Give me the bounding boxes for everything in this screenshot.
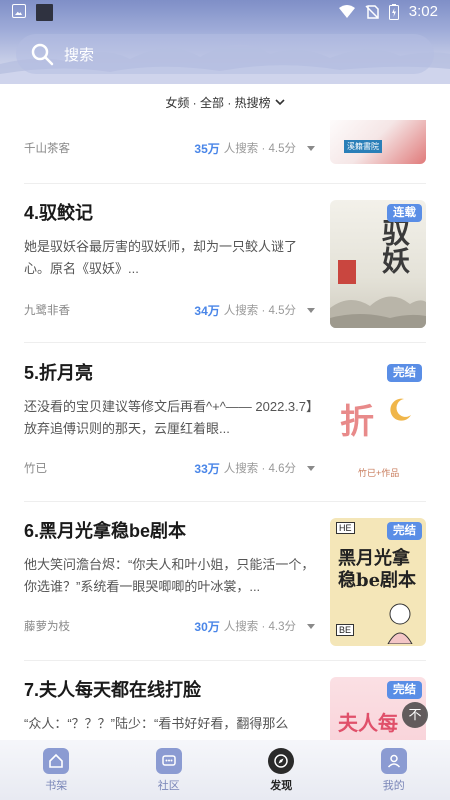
item-search-count: 34万 [194,303,220,318]
ranking-list: 千山茶客 35万 人搜索 · 4.5分 溪籍書院 4.驭鲛记 她是驭妖谷最厉害的… [0,120,450,740]
header: 3:02 搜索 [0,0,450,84]
tab-discover[interactable]: 发现 [241,747,321,793]
tab-label: 我的 [382,779,405,792]
book-cover[interactable]: 驭妖 连载 [330,200,426,328]
item-author: 九鹭非香 [24,305,70,317]
cover-publisher: 溪籍書院 [344,140,382,153]
divider [24,342,426,343]
cover-title: 夫人每 [338,711,398,735]
image-notification-icon [12,4,26,18]
divider [24,183,426,184]
item-meta: 藤萝为枝 30万 人搜索 · 4.3分 [24,616,316,636]
status-badge: 完结 [387,522,422,540]
item-meta-rest: 人搜索 · 4.6分 [223,463,296,475]
tab-label: 书架 [45,779,68,792]
status-bar: 3:02 [0,0,450,26]
list-item[interactable]: 7.夫人每天都在线打脸 “众人：“？？？”陆少：“看书好好看，翻得那么 夫人每 … [24,677,426,740]
list-item[interactable]: 6.黑月光拿稳be剧本 他大笑问澹台烬：“你夫人和叶小姐，只能活一个，你选谁？”… [24,518,426,648]
floating-action-button[interactable]: 不 [402,702,428,728]
clock: 3:02 [408,3,438,20]
wifi-icon [338,4,355,18]
tab-profile[interactable]: 我的 [354,747,434,793]
item-search-count: 35万 [194,141,220,156]
more-options-icon[interactable] [306,305,316,315]
cover-title: 折 [340,402,374,442]
list-item[interactable]: 5.折月亮 还没看的宝贝建议等修文后再看^+^—— 2022.3.7】放弃追傅识… [24,360,426,490]
book-cover[interactable]: 折 竹已+作品 完结 [330,360,426,488]
search-bar[interactable]: 搜索 [16,34,434,74]
cover-tag: HE [336,522,355,534]
item-search-count: 30万 [194,619,220,634]
item-author: 千山茶客 [24,143,70,155]
item-meta: 竹已 33万 人搜索 · 4.6分 [24,458,316,478]
cover-subtitle: 竹已+作品 [358,468,400,478]
item-search-count: 33万 [194,461,220,476]
more-options-icon[interactable] [306,621,316,631]
tab-label: 发现 [270,779,293,792]
item-meta-rest: 人搜索 · 4.5分 [223,305,296,317]
divider [24,660,426,661]
filter-label: 女频 · 全部 · 热搜榜 [165,95,271,110]
community-icon [155,747,182,774]
item-description: 还没看的宝贝建议等修文后再看^+^—— 2022.3.7】放弃追傅识则的那天，云… [24,399,313,436]
item-meta: 九鹭非香 34万 人搜索 · 4.5分 [24,300,316,320]
item-meta-rest: 人搜索 · 4.3分 [223,621,296,633]
item-description: 她是驭妖谷最厉害的驭妖师，却为一只鲛人谜了心。原名《驭妖》... [24,239,298,276]
cover-title: 黑月光拿稳be剧本 [338,548,417,591]
chevron-down-icon [275,99,285,106]
list-item[interactable]: 4.驭鲛记 她是驭妖谷最厉害的驭妖师，却为一只鲛人谜了心。原名《驭妖》... 九… [24,200,426,330]
cover-seal [338,260,356,284]
tab-community[interactable]: 社区 [129,747,209,793]
item-description: “众人：“？？？”陆少：“看书好好看，翻得那么 [24,716,289,731]
list-item[interactable]: 千山茶客 35万 人搜索 · 4.5分 溪籍書院 [24,120,426,170]
search-placeholder: 搜索 [64,46,95,64]
compass-icon [268,747,295,774]
cover-mountain-art [330,296,426,328]
character-illustration [387,603,413,644]
status-badge: 连载 [387,204,422,222]
item-meta-rest: 人搜索 · 4.5分 [223,143,296,155]
profile-icon [380,747,407,774]
item-meta: 千山茶客 35万 人搜索 · 4.5分 [24,138,316,158]
search-icon [31,43,54,66]
battery-charging-icon [388,3,399,20]
divider [24,501,426,502]
bottom-navigation: 书架 社区 发现 我的 [0,740,450,800]
item-author: 竹已 [24,463,47,475]
no-sim-icon [365,4,379,19]
item-author: 藤萝为枝 [24,621,70,633]
ranking-filter-dropdown[interactable]: 女频 · 全部 · 热搜榜 [0,84,450,120]
cover-title: 驭妖 [378,218,411,274]
app-notification-icon [36,4,53,21]
bookshelf-icon [43,747,70,774]
status-badge: 完结 [387,681,422,699]
item-description: 他大笑问澹台烬：“你夫人和叶小姐，只能活一个，你选谁？”系统看一眼哭唧唧的叶冰裳… [24,557,315,594]
more-options-icon[interactable] [306,143,316,153]
book-cover[interactable]: 溪籍書院 [330,120,426,164]
more-options-icon[interactable] [306,463,316,473]
tab-label: 社区 [157,779,180,792]
tab-bookshelf[interactable]: 书架 [16,747,96,793]
book-cover[interactable]: HE BE 黑月光拿稳be剧本 完结 [330,518,426,646]
status-badge: 完结 [387,364,422,382]
cover-tag: BE [336,624,355,636]
moon-icon [390,398,411,421]
